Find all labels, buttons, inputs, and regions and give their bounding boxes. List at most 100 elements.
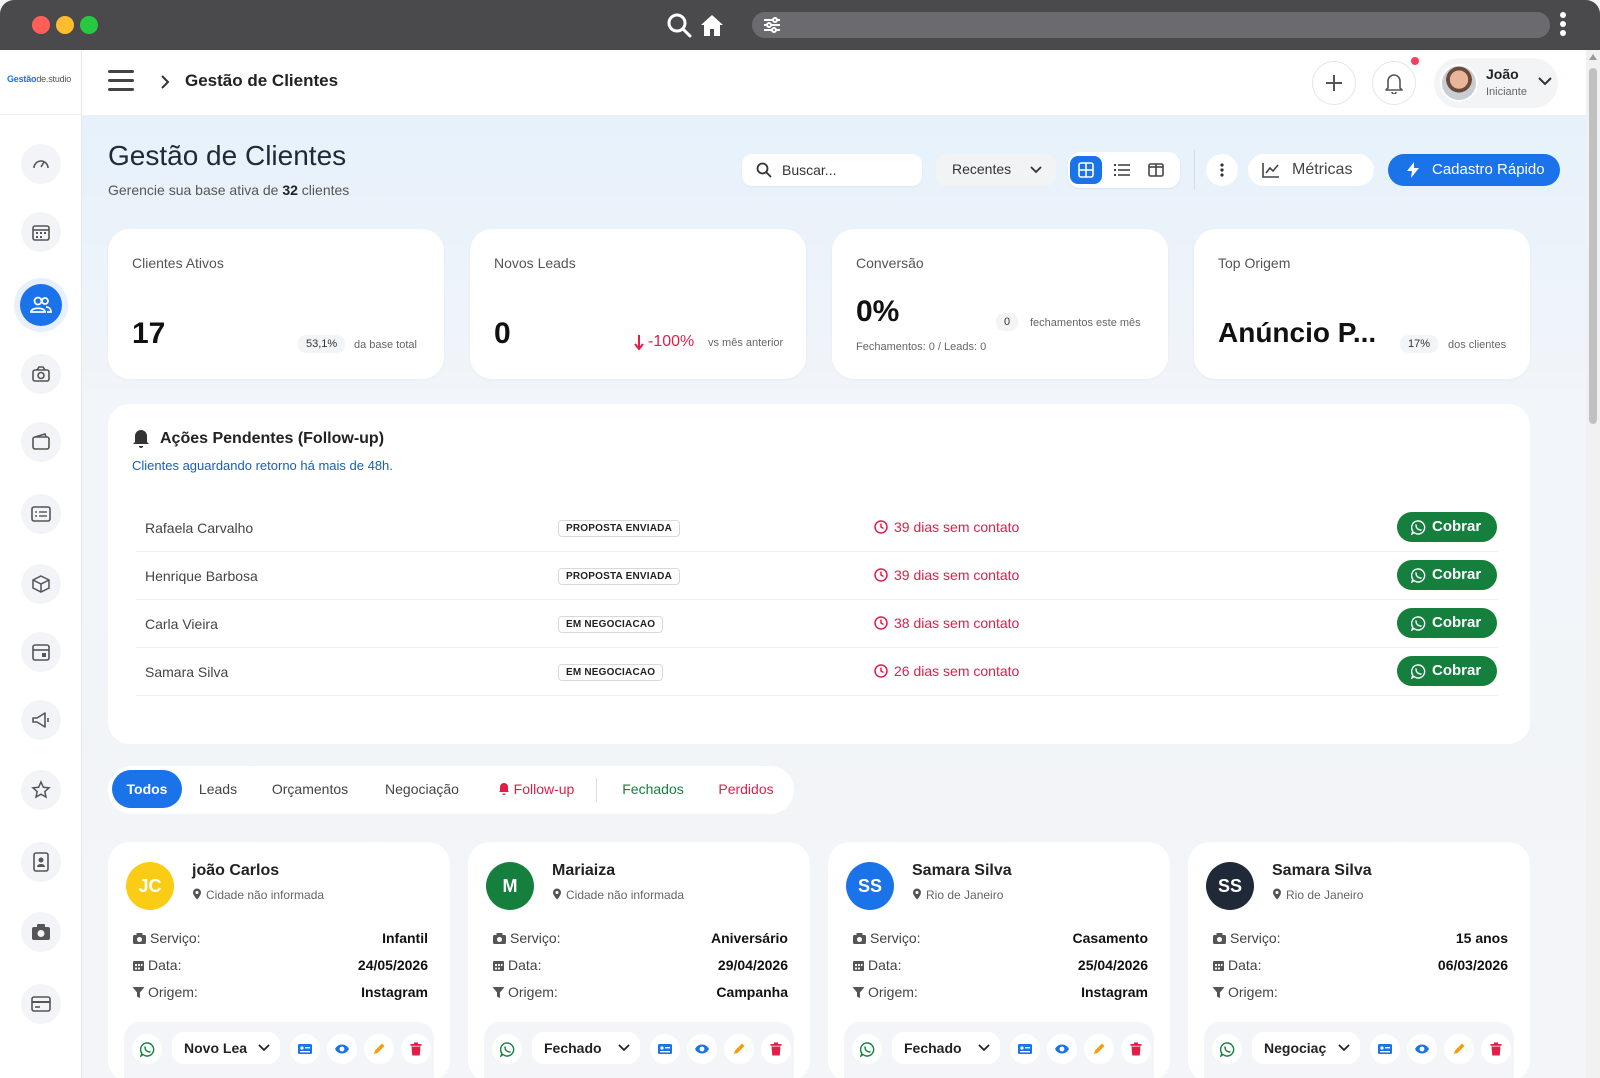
edit-button[interactable] (724, 1034, 754, 1064)
delete-button[interactable] (1481, 1034, 1511, 1064)
cobrar-button[interactable]: Cobrar (1397, 608, 1497, 638)
sidebar-item-marketing[interactable] (21, 700, 61, 740)
sidebar-item-dashboard[interactable] (21, 144, 61, 184)
home-icon[interactable] (699, 12, 725, 38)
scroll-up-arrow[interactable] (1589, 54, 1597, 60)
search-box[interactable] (742, 154, 922, 186)
id-card-button[interactable] (650, 1034, 680, 1064)
app-logo[interactable]: Gestãode.studio (7, 74, 71, 84)
browser-menu-icon[interactable] (1560, 12, 1568, 40)
metrics-button[interactable]: Métricas (1248, 154, 1374, 186)
tab-todos[interactable]: Todos (112, 770, 182, 808)
delete-button[interactable] (1121, 1034, 1151, 1064)
tab-negociacao[interactable]: Negociação (374, 770, 470, 808)
page-scrollbar[interactable] (1586, 50, 1600, 1078)
sidebar-item-camera[interactable] (21, 354, 61, 394)
whatsapp-button[interactable] (132, 1034, 162, 1064)
id-card-button[interactable] (290, 1034, 320, 1064)
id-card-icon (658, 1044, 672, 1054)
grid-view-button[interactable] (1070, 156, 1102, 184)
whatsapp-button[interactable] (852, 1034, 882, 1064)
sidebar-item-products[interactable] (21, 564, 61, 604)
close-window-button[interactable] (32, 16, 50, 34)
calendar-icon (133, 961, 144, 971)
sidebar-item-events[interactable] (21, 632, 61, 672)
search-input[interactable] (782, 160, 912, 180)
sidebar-item-wallet[interactable] (21, 422, 61, 462)
view-button[interactable] (327, 1034, 357, 1064)
sidebar-item-clients[interactable] (14, 278, 68, 332)
tab-divider (596, 778, 597, 802)
tab-orcamentos[interactable]: Orçamentos (258, 770, 362, 808)
view-toggle (1068, 152, 1180, 188)
whatsapp-button[interactable] (492, 1034, 522, 1064)
followup-row: Henrique Barbosa PROPOSTA ENVIADA 39 dias … (136, 552, 1498, 600)
client-service: Serviço: Aniversário (492, 930, 788, 950)
add-button[interactable] (1312, 61, 1356, 105)
scrollbar-thumb[interactable] (1589, 68, 1597, 424)
stat-label: Top Origem (1218, 255, 1291, 271)
status-badge: PROPOSTA ENVIADA (558, 520, 680, 537)
client-name: Mariaiza (552, 862, 616, 879)
sidebar-item-contacts[interactable] (21, 842, 61, 882)
list-view-button[interactable] (1106, 156, 1138, 184)
followup-client-name[interactable]: Carla Vieira (145, 616, 218, 632)
tab-perdidos[interactable]: Perdidos (706, 770, 786, 808)
client-card[interactable]: M Mariaiza Cidade não informada Serviço: Ani… (468, 842, 810, 1078)
pencil-icon (1094, 1043, 1105, 1054)
whatsapp-icon (859, 1041, 874, 1057)
chevron-down-icon (1030, 166, 1042, 174)
followup-client-name[interactable]: Rafaela Carvalho (145, 520, 253, 536)
delete-button[interactable] (401, 1034, 431, 1064)
tab-fechados[interactable]: Fechados (612, 770, 694, 808)
view-button[interactable] (687, 1034, 717, 1064)
map-pin-icon (913, 888, 921, 900)
cobrar-button[interactable]: Cobrar (1397, 656, 1497, 686)
tune-icon[interactable] (762, 16, 782, 34)
main-content: Gestão de Clientes Gerencie sua base ati… (82, 116, 1586, 1078)
sidebar-item-payments[interactable] (21, 984, 61, 1024)
sidebar-item-gallery[interactable] (21, 912, 61, 952)
user-menu[interactable]: João Iniciante (1434, 58, 1558, 108)
stage-select[interactable]: Novo Lea (172, 1032, 280, 1064)
client-name: Samara Silva (912, 862, 1012, 879)
sidebar-item-reviews[interactable] (21, 770, 61, 810)
client-card[interactable]: JC joão Carlos Cidade não informada Serviço… (108, 842, 450, 1078)
sidebar-item-forms[interactable] (21, 494, 61, 534)
view-button[interactable] (1047, 1034, 1077, 1064)
client-card[interactable]: SS Samara Silva Rio de Janeiro Serviço: 15 a… (1188, 842, 1530, 1078)
notifications-button[interactable] (1372, 61, 1416, 105)
stage-select[interactable]: Fechado (532, 1032, 640, 1064)
quick-register-button[interactable]: Cadastro Rápido (1388, 154, 1560, 186)
whatsapp-button[interactable] (1212, 1034, 1242, 1064)
minimize-window-button[interactable] (56, 16, 74, 34)
id-card-button[interactable] (1370, 1034, 1400, 1064)
sidebar-item-calendar[interactable] (21, 212, 61, 252)
stage-select[interactable]: Fechado (892, 1032, 1000, 1064)
client-card[interactable]: SS Samara Silva Rio de Janeiro Serviço: Casa… (828, 842, 1170, 1078)
followup-client-name[interactable]: Samara Silva (145, 664, 228, 680)
edit-button[interactable] (364, 1034, 394, 1064)
id-card-button[interactable] (1010, 1034, 1040, 1064)
cobrar-button[interactable]: Cobrar (1397, 560, 1497, 590)
camera-icon (32, 924, 50, 940)
tab-follow-up[interactable]: Follow-up (486, 770, 586, 808)
menu-toggle-icon[interactable] (108, 70, 134, 92)
tab-leads[interactable]: Leads (190, 770, 246, 808)
stage-select[interactable]: Negociaç (1252, 1032, 1360, 1064)
client-service: Serviço: 15 anos (1212, 930, 1508, 950)
edit-button[interactable] (1084, 1034, 1114, 1064)
kanban-view-button[interactable] (1140, 156, 1172, 184)
sort-select[interactable]: Recentes (936, 154, 1056, 186)
line-chart-icon (1262, 163, 1279, 178)
browser-search-icon[interactable] (666, 12, 692, 38)
followup-client-name[interactable]: Henrique Barbosa (145, 568, 258, 584)
maximize-window-button[interactable] (80, 16, 98, 34)
more-options-button[interactable] (1206, 154, 1238, 186)
edit-button[interactable] (1444, 1034, 1474, 1064)
delete-button[interactable] (761, 1034, 791, 1064)
cobrar-button[interactable]: Cobrar (1397, 512, 1497, 542)
client-actions: Fechado (844, 1022, 1154, 1078)
view-button[interactable] (1407, 1034, 1437, 1064)
address-bar[interactable] (752, 12, 1550, 38)
